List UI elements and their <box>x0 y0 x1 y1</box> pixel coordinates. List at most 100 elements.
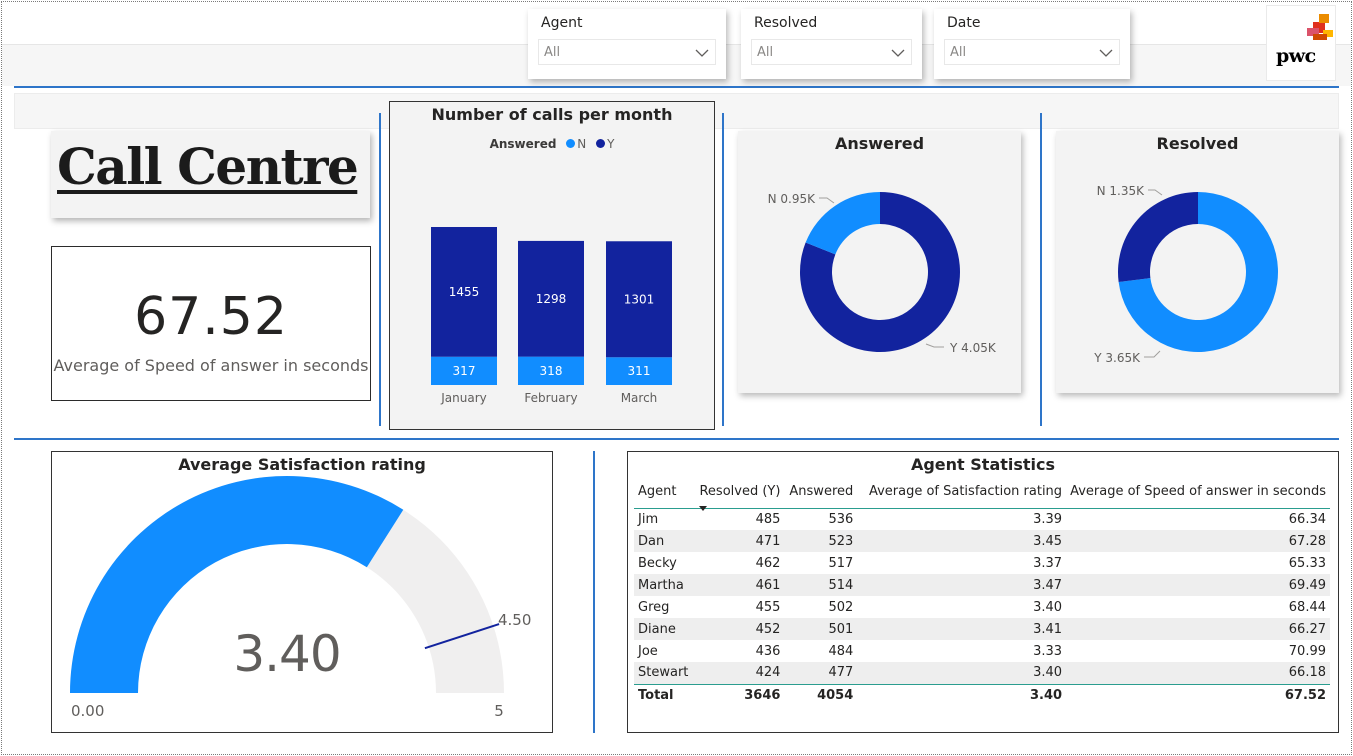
chevron-down-icon <box>891 49 905 57</box>
resolved-donut-card[interactable]: Resolved Y 3.65K N 1.35K <box>1056 131 1339 393</box>
chevron-down-icon <box>695 49 709 57</box>
table-row[interactable]: Diane 452 501 3.41 66.27 <box>634 618 1330 640</box>
table-cell: 3646 <box>695 683 785 706</box>
resolved-dropdown-value: All <box>757 45 774 60</box>
leader-line <box>1144 350 1161 358</box>
kpi-card: 67.52 Average of Speed of answer in seco… <box>51 246 371 401</box>
table-cell: Becky <box>638 555 677 571</box>
table-row[interactable]: Martha 461 514 3.47 69.49 <box>634 574 1330 596</box>
column-header-resolved[interactable]: Resolved (Y) <box>695 476 785 511</box>
donut-slice-n <box>805 192 880 255</box>
table-cell: 502 <box>828 599 854 615</box>
table-total-row[interactable]: Total 3646 4054 3.40 67.52 <box>634 683 1330 706</box>
table-cell: Stewart <box>634 662 696 684</box>
table-title: Agent Statistics <box>910 455 1056 474</box>
leader-line <box>819 197 835 204</box>
table-cell: 68.44 <box>1288 599 1326 615</box>
table-row[interactable]: Dan 471 523 3.45 67.28 <box>634 530 1330 552</box>
table-cell: 424 <box>695 662 785 684</box>
column-header-speed[interactable]: Average of Speed of answer in seconds <box>1066 476 1330 509</box>
table-cell: 3.40 <box>857 662 1067 684</box>
column-header-answered[interactable]: Answered <box>784 476 858 509</box>
calls-per-month-chart[interactable]: Number of calls per month Answered N Y 3… <box>389 101 715 430</box>
agent-dropdown[interactable]: All <box>538 39 716 65</box>
bar-data-label: 317 <box>453 364 476 378</box>
table-cell: 462 <box>755 555 781 571</box>
x-tick-label: January <box>440 391 487 405</box>
table-cell: Greg <box>638 599 670 615</box>
table-cell: Dan <box>634 530 696 552</box>
table-cell: 517 <box>828 555 854 571</box>
table-row[interactable]: Joe 436 484 3.33 70.99 <box>634 640 1330 662</box>
table-cell: 3.33 <box>1033 643 1063 659</box>
donut-slice-n <box>1118 191 1198 283</box>
bar-data-label: 318 <box>540 364 563 378</box>
agent-statistics-card: Agent Statistics Agent Resolved (Y) Answ… <box>627 451 1339 733</box>
donut-data-label: Y 3.65K <box>1093 351 1141 365</box>
table-cell: Joe <box>638 643 658 659</box>
date-dropdown[interactable]: All <box>944 39 1120 65</box>
divider-vertical-3 <box>1040 113 1042 426</box>
answered-donut-card[interactable]: Answered Y 4.05K N 0.95K <box>738 131 1021 393</box>
resolved-slicer: Resolved All <box>741 9 922 79</box>
divider-vertical-1 <box>379 113 381 426</box>
table-cell: 3.37 <box>1033 555 1063 571</box>
pwc-logo: pwc <box>1266 5 1336 81</box>
agent-table: Agent Resolved (Y) Answered Average of S… <box>634 476 1330 706</box>
table-cell: 3.40 <box>1033 599 1063 615</box>
agent-slicer: Agent All <box>528 9 726 79</box>
table-cell: 436 <box>755 643 781 659</box>
resolved-slicer-label: Resolved <box>754 15 818 31</box>
divider-middle <box>14 438 1339 440</box>
table-cell: 3.45 <box>857 530 1067 552</box>
table-cell: 65.33 <box>1288 555 1326 571</box>
table-cell: 477 <box>784 662 858 684</box>
gauge-value: 3.40 <box>233 625 340 683</box>
table-cell: 3.41 <box>857 618 1067 640</box>
table-cell: 514 <box>784 574 858 596</box>
table-cell: 69.49 <box>1066 574 1330 596</box>
table-cell: 70.99 <box>1288 643 1326 659</box>
table-row[interactable]: Jim 485 536 3.39 66.34 <box>634 508 1330 530</box>
sort-desc-icon <box>699 505 708 511</box>
agent-dropdown-value: All <box>544 45 561 60</box>
table-cell: 501 <box>784 618 858 640</box>
table-cell: Martha <box>634 574 696 596</box>
kpi-label: Average of Speed of answer in seconds <box>53 356 369 375</box>
table-cell: Diane <box>634 618 696 640</box>
date-slicer-label: Date <box>947 15 981 31</box>
table-cell: 523 <box>784 530 858 552</box>
divider-vertical-2 <box>722 113 724 426</box>
table-cell: Total <box>634 683 696 706</box>
divider-vertical-4 <box>593 451 595 733</box>
table-row[interactable]: Becky 462 517 3.37 65.33 <box>634 552 1330 574</box>
donut-data-label: Y 4.05K <box>949 341 997 355</box>
resolved-dropdown[interactable]: All <box>751 39 912 65</box>
table-cell: 471 <box>695 530 785 552</box>
bar-plot: 317 1455 January 318 1298 February 311 1301 Marc… <box>431 227 672 405</box>
table-row[interactable]: Stewart 424 477 3.40 66.18 <box>634 662 1330 684</box>
date-slicer: Date All <box>934 9 1130 79</box>
bar-data-label: 311 <box>628 364 651 378</box>
table-cell: 452 <box>695 618 785 640</box>
x-tick-label: February <box>524 391 577 405</box>
leader-line <box>1148 189 1163 196</box>
chevron-down-icon <box>1099 49 1113 57</box>
table-cell: 485 <box>755 511 781 527</box>
table-cell: 67.52 <box>1066 683 1330 706</box>
x-tick-label: March <box>621 391 658 405</box>
column-header-satisfaction[interactable]: Average of Satisfaction rating <box>857 476 1067 509</box>
satisfaction-gauge-card[interactable]: Average Satisfaction rating 4.50 3.40 0.00… <box>51 451 553 733</box>
gauge-min-label: 0.00 <box>71 702 104 720</box>
column-header-agent[interactable]: Agent <box>634 476 696 509</box>
donut-data-label: N 0.95K <box>768 192 817 206</box>
table-cell: 3.40 <box>857 683 1067 706</box>
table-cell: 66.27 <box>1066 618 1330 640</box>
bar-data-label: 1298 <box>536 292 567 306</box>
pwc-logo-mark <box>1307 14 1333 40</box>
table-row[interactable]: Greg 455 502 3.40 68.44 <box>634 596 1330 618</box>
table-cell: 66.18 <box>1066 662 1330 684</box>
table-cell: 536 <box>828 511 854 527</box>
pwc-logo-text: pwc <box>1276 45 1316 67</box>
page-title: Call Centre <box>57 137 359 196</box>
